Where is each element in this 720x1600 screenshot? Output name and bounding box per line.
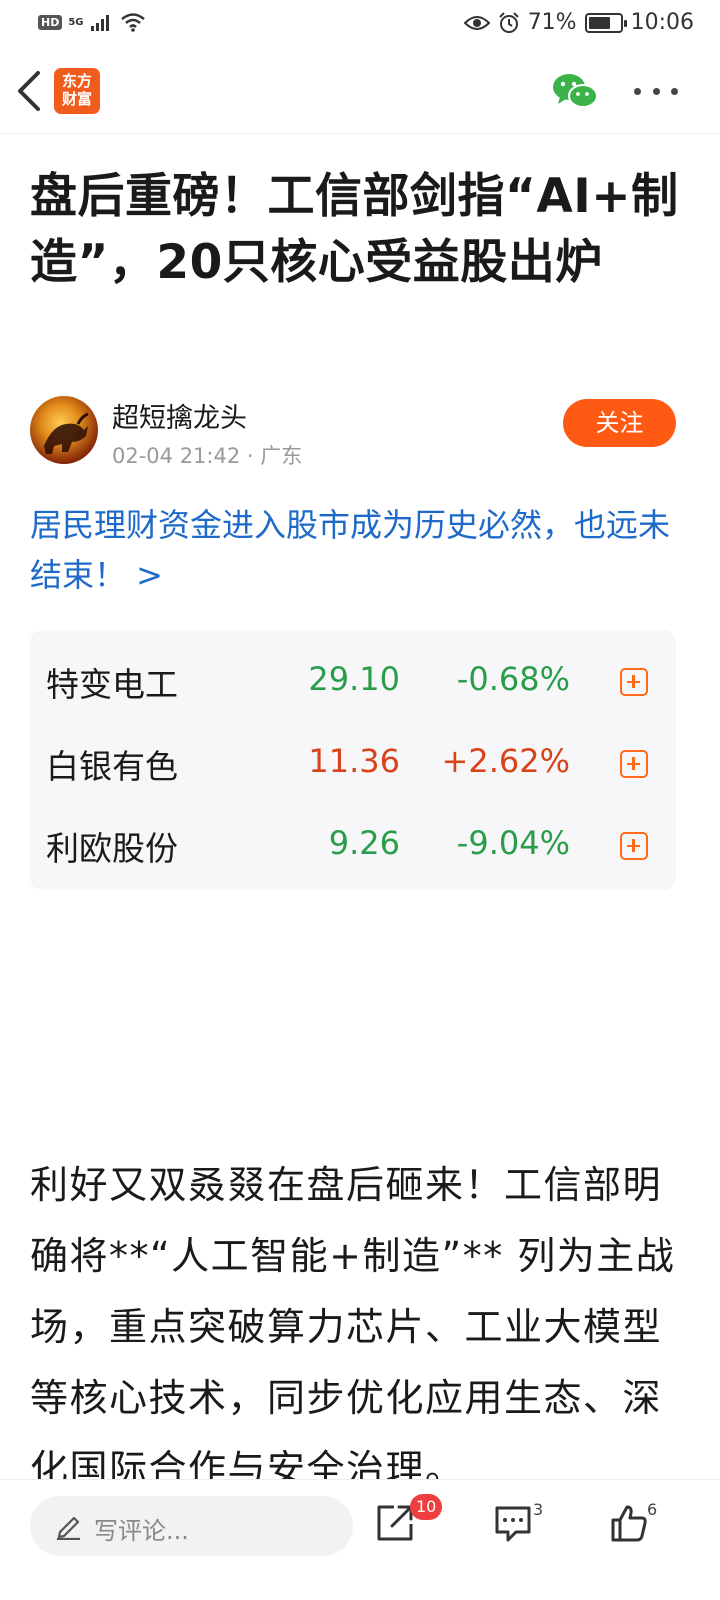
comment-placeholder: 写评论...: [94, 1517, 189, 1545]
logo-line-1: 东方: [61, 72, 92, 90]
more-options-button[interactable]: [634, 76, 678, 106]
add-watchlist-icon[interactable]: [620, 750, 648, 778]
author-name[interactable]: 超短擒龙头: [112, 396, 247, 435]
stock-change: -9.04%: [456, 824, 570, 862]
follow-button[interactable]: 关注: [563, 399, 676, 447]
app-logo[interactable]: 东方 财富: [54, 68, 100, 114]
more-dot-icon: [652, 87, 660, 95]
article-meta: 02-04 21:42 · 广东: [112, 440, 302, 470]
author-avatar[interactable]: [30, 396, 98, 464]
hd-indicator: HD: [38, 14, 63, 30]
more-dot-icon: [634, 87, 641, 95]
article-body: 利好又双叒叕在盘后砸来！工信部明确将**“人工智能+制造”** 列为主战场，重点…: [30, 1163, 676, 1491]
battery-icon: [584, 12, 627, 33]
stock-name: 白银有色: [46, 747, 178, 786]
comment-icon[interactable]: [492, 1502, 534, 1544]
stock-row[interactable]: 白银有色 11.36 +2.62%: [30, 718, 676, 800]
eye-icon: [463, 15, 490, 30]
network-indicator: 5G: [68, 16, 84, 28]
wechat-icon: [553, 74, 598, 108]
top-nav-bar: 东方 财富: [0, 48, 720, 134]
status-right: 71% 10:06: [463, 10, 694, 35]
status-left: HD 5G: [38, 12, 146, 32]
share-count-badge: 10: [410, 1494, 443, 1520]
pencil-icon: [57, 1516, 80, 1540]
logo-line-2: 财富: [61, 90, 92, 108]
stock-price: 9.26: [328, 824, 400, 862]
chevron-left-icon: [18, 71, 40, 111]
like-count: 6: [647, 1500, 658, 1519]
alarm-icon: [498, 11, 519, 33]
related-stocks-card: 特变电工 29.10 -0.68% 白银有色 11.36 +2.62% 利欧股份…: [30, 630, 676, 890]
status-bar: HD 5G 71% 10:06: [0, 0, 720, 48]
add-watchlist-icon[interactable]: [620, 668, 648, 696]
stock-row[interactable]: 利欧股份 9.26 -9.04%: [30, 800, 676, 882]
back-button[interactable]: [12, 68, 48, 114]
bottom-action-bar: 写评论... 10 3 6: [0, 1479, 720, 1600]
comment-count: 3: [533, 1500, 544, 1519]
stock-name: 利欧股份: [46, 829, 178, 868]
add-watchlist-icon[interactable]: [620, 832, 648, 860]
battery-percent: 71%: [527, 10, 577, 35]
publish-location: · 广东: [246, 444, 303, 468]
thumbs-up-icon[interactable]: [608, 1502, 650, 1544]
promo-link[interactable]: 居民理财资金进入股市成为历史必然，也远未结束！ >: [30, 500, 690, 600]
clock: 10:06: [630, 10, 694, 35]
more-dot-icon: [671, 87, 678, 95]
wechat-share-button[interactable]: [552, 72, 598, 110]
signal-icon: [90, 15, 109, 31]
stock-price: 29.10: [308, 660, 400, 698]
stock-change: +2.62%: [441, 742, 570, 780]
stock-row[interactable]: 特变电工 29.10 -0.68%: [30, 636, 676, 718]
stock-price: 11.36: [308, 742, 400, 780]
stock-name: 特变电工: [46, 665, 178, 704]
comment-input[interactable]: 写评论...: [30, 1496, 353, 1556]
article-title: 盘后重磅！工信部剑指“AI+制造”，20只核心受益股出炉: [30, 169, 679, 290]
bull-icon: [44, 412, 89, 454]
stock-change: -0.68%: [456, 660, 570, 698]
publish-date: 02-04 21:42: [112, 444, 241, 468]
wifi-icon: [120, 13, 145, 32]
